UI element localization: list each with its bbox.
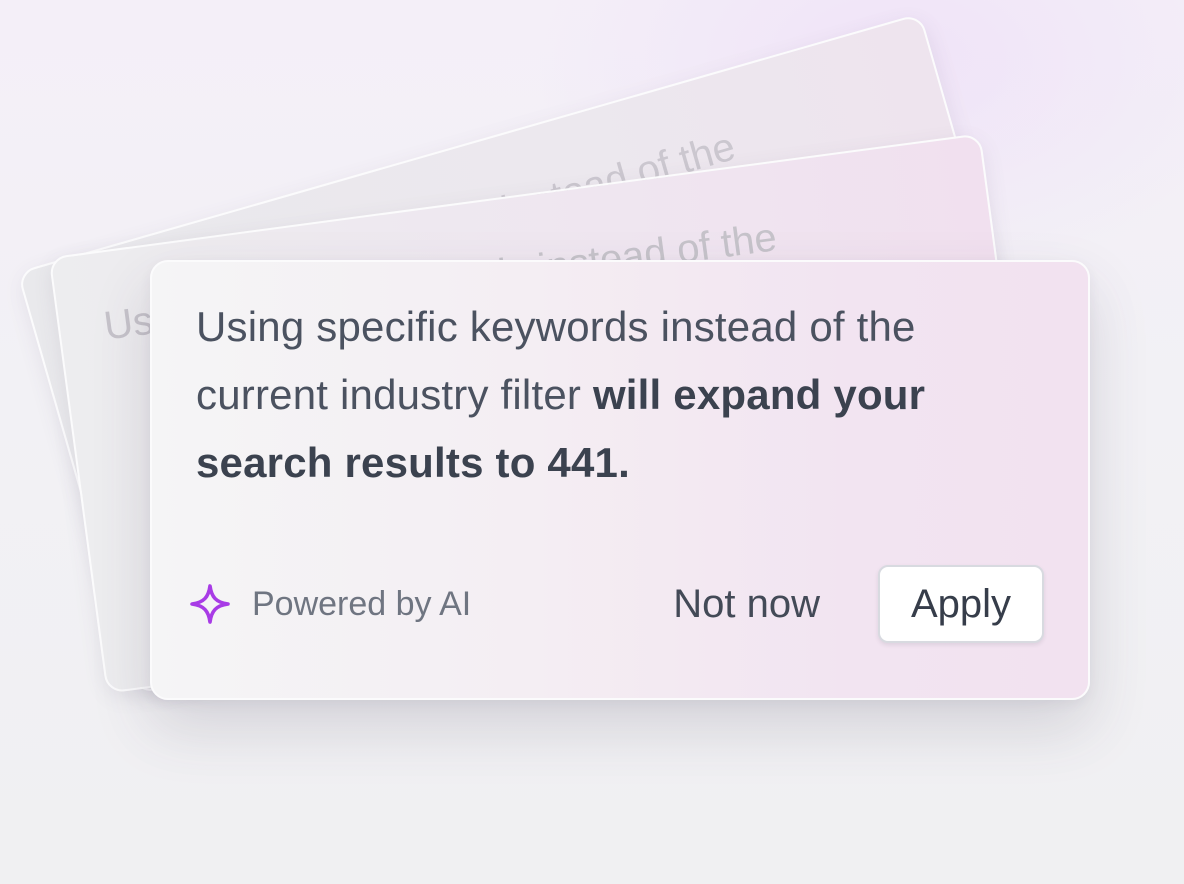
ai-suggestion-card: Using specific keywords instead of the c… [150,260,1090,700]
sparkle-icon [190,584,230,624]
not-now-button[interactable]: Not now [673,582,820,627]
apply-button[interactable]: Apply [878,565,1044,643]
suggestion-message: Using specific keywords instead of the c… [196,293,1016,497]
card-footer: Powered by AI Not now Apply [188,564,1044,644]
powered-by-label: Powered by AI [252,584,472,623]
ai-badge: Powered by AI [188,582,471,626]
